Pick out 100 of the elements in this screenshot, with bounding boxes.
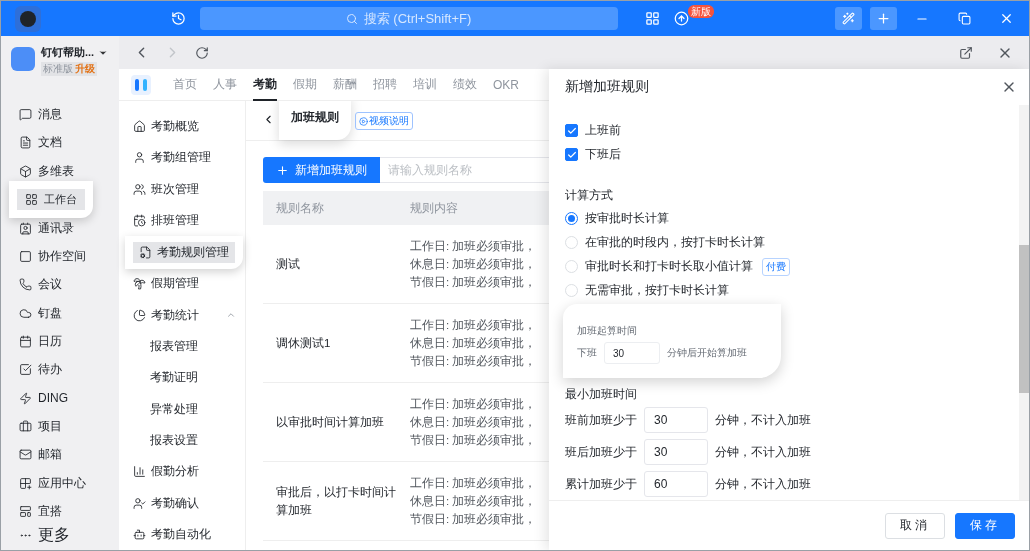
section-label: 最小加班时间 — [565, 386, 638, 404]
submenu-item[interactable]: 考勤组管理 — [133, 150, 211, 166]
table-cell-text: 休息日: 加班必须审批， — [410, 257, 537, 272]
table-cell-text: 休息日: 加班必须审批， — [410, 494, 537, 509]
field-suffix: 分钟后开始算加班 — [667, 346, 747, 361]
submenu-item[interactable]: 班次管理 — [133, 181, 199, 197]
paid-tag: 付费 — [762, 257, 790, 276]
workspace-name[interactable]: 钉钉帮助... — [41, 45, 95, 60]
table-cell-text: 工作日: 加班必须审批， — [410, 318, 537, 333]
scrollbar[interactable] — [1019, 105, 1029, 500]
field-suffix: 分钟，不计入加班 — [715, 443, 811, 461]
sidebar-icon — [19, 504, 32, 518]
radio-option[interactable]: 按审批时长计算 — [565, 206, 1019, 231]
field-prefix: 下班 — [577, 346, 597, 361]
submenu-item[interactable]: 考勤规则管理 — [133, 241, 235, 263]
page-title: 加班规则 — [279, 101, 351, 140]
menu-icon — [133, 308, 146, 322]
checkbox-option[interactable]: 下班后 — [565, 142, 1019, 167]
sidebar-item[interactable]: 协作空间 — [19, 247, 86, 265]
input-field[interactable]: 30 — [604, 342, 660, 365]
submenu-item[interactable]: 考勤概览 — [133, 119, 199, 135]
submenu-item[interactable]: 异常处理 — [150, 401, 198, 417]
avatar-icon[interactable] — [15, 5, 41, 32]
sidebar-item[interactable]: 日历 — [19, 332, 62, 350]
input-field[interactable]: 30 — [644, 439, 708, 466]
table-cell-text: 工作日: 加班必须审批， — [410, 397, 537, 412]
section-label: 计算方式 — [565, 187, 614, 205]
submenu-item[interactable]: 考勤确认 — [133, 495, 199, 511]
app-tab[interactable]: 考勤 — [245, 68, 285, 101]
upload-icon[interactable] — [673, 11, 689, 26]
search-field[interactable]: 请输入规则名称 — [380, 157, 551, 183]
field-label: 班后加班少于 — [565, 443, 637, 461]
menu-icon — [133, 465, 146, 479]
menu-icon — [133, 214, 146, 228]
popout-icon[interactable] — [959, 45, 973, 60]
add-rule-button[interactable]: 新增加班规则 — [263, 157, 380, 183]
submenu-item[interactable]: 假勤分析 — [133, 464, 199, 480]
sidebar-item[interactable]: 会议 — [19, 276, 62, 294]
new-badge: 新版 — [687, 5, 714, 18]
sidebar-icon — [19, 306, 32, 320]
table-cell-text: 节假日: 加班必须审批， — [410, 433, 537, 448]
table-cell-text: 以审批时间计算加班 — [275, 415, 385, 430]
submenu-item[interactable]: 报表设置 — [150, 432, 198, 448]
submenu-item[interactable]: 考勤自动化 — [133, 526, 211, 542]
submenu-item[interactable]: 报表管理 — [150, 339, 198, 355]
sidebar-item[interactable]: 钉盘 — [19, 304, 62, 322]
magic-button[interactable] — [835, 7, 862, 30]
radio-option[interactable]: 在审批的时段内，按打卡时长计算 — [565, 230, 1019, 255]
radio-option[interactable]: 审批时长和打卡时长取小值计算 付费 — [565, 254, 1019, 279]
sidebar-item[interactable]: DING — [19, 391, 68, 406]
sidebar-icon — [25, 193, 38, 207]
sidebar-icon — [19, 221, 32, 235]
menu-icon — [133, 182, 146, 196]
cancel-button[interactable]: 取消 — [885, 512, 945, 539]
sidebar-icon — [19, 164, 32, 178]
input-field[interactable]: 30 — [644, 407, 708, 434]
sidebar-icon — [19, 136, 32, 150]
input-field[interactable]: 60 — [644, 471, 708, 498]
menu-icon — [133, 151, 146, 165]
column-header: 规则名称 — [275, 200, 325, 217]
submenu-item[interactable]: 考勤统计 — [133, 307, 199, 323]
edition-label: 标准版 — [41, 62, 75, 76]
field-label: 班前加班少于 — [565, 411, 637, 429]
sidebar-item[interactable]: 邮箱 — [19, 446, 62, 464]
table-cell-text: 调休测试1 — [275, 336, 332, 351]
sidebar-icon — [19, 334, 32, 348]
more-item[interactable]: 更多 — [19, 525, 70, 547]
sidebar-icon — [19, 419, 32, 433]
submenu-item[interactable]: 排班管理 — [133, 213, 199, 229]
wand-icon — [842, 12, 855, 25]
radio-option[interactable]: 无需审批，按打卡时长计算 — [565, 278, 1019, 303]
add-button[interactable] — [870, 7, 897, 30]
save-button[interactable]: 保存 — [955, 512, 1015, 539]
menu-icon — [133, 527, 146, 541]
sidebar-icon — [19, 107, 32, 121]
checkbox[interactable] — [565, 124, 578, 138]
video-link[interactable]: 视频说明 — [355, 112, 413, 130]
sidebar-item[interactable]: 多维表 — [19, 162, 74, 180]
checkbox[interactable] — [565, 148, 578, 162]
sidebar-item[interactable]: 工作台 — [17, 189, 85, 211]
submenu-item[interactable]: 考勤证明 — [150, 370, 198, 386]
sidebar-item[interactable]: 文档 — [19, 134, 62, 152]
sidebar-icon — [19, 391, 32, 405]
sidebar-icon — [19, 476, 32, 490]
sidebar-item[interactable]: 通讯录 — [19, 219, 74, 237]
plus-icon — [276, 163, 289, 177]
play-icon — [359, 116, 368, 126]
sidebar-item[interactable]: 宜搭 — [19, 502, 62, 520]
sidebar-item[interactable]: 待办 — [19, 361, 62, 379]
table-cell-text: 休息日: 加班必须审批， — [410, 336, 537, 351]
sidebar-item[interactable]: 应用中心 — [19, 474, 86, 492]
checkbox-option[interactable]: 上班前 — [565, 119, 1019, 143]
sidebar-icon — [19, 278, 32, 292]
refresh-icon[interactable] — [195, 45, 209, 60]
sidebar-item[interactable]: 消息 — [19, 105, 62, 123]
sidebar-item[interactable]: 项目 — [19, 417, 62, 435]
plus-icon — [876, 11, 891, 26]
table-cell-text: 节假日: 加班必须审批， — [410, 512, 537, 527]
field-suffix: 分钟，不计入加班 — [715, 475, 811, 493]
submenu-item[interactable]: 假期管理 — [133, 276, 199, 292]
